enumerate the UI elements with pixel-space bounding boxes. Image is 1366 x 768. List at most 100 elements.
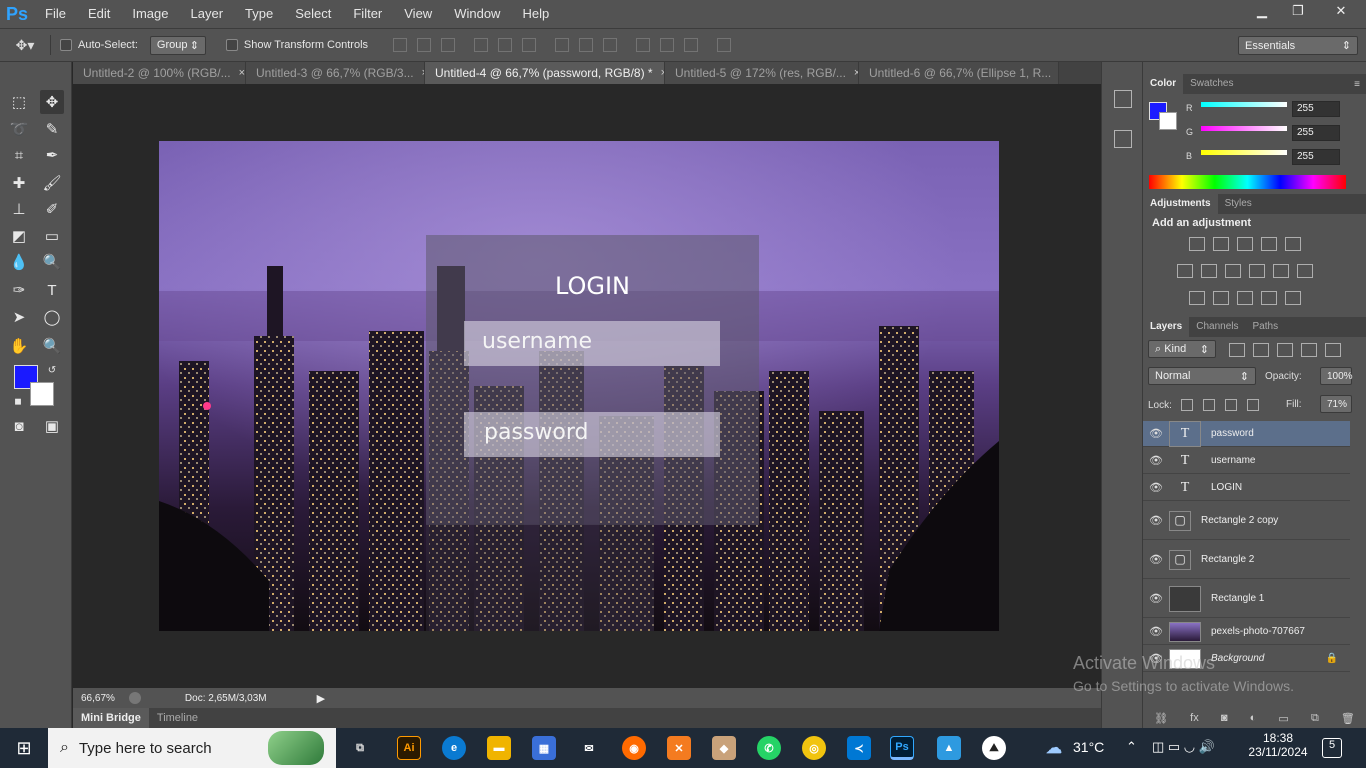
invert-icon[interactable] <box>1189 291 1205 305</box>
menu-select[interactable]: Select <box>284 0 342 28</box>
history-brush-tool-icon[interactable]: ✐ <box>40 197 64 221</box>
filter-smart-object-icon[interactable] <box>1325 343 1341 357</box>
menu-window[interactable]: Window <box>443 0 511 28</box>
zoom-level[interactable]: 66,67% <box>81 693 115 704</box>
color-balance-icon[interactable] <box>1201 264 1217 278</box>
photoshop-taskbar-icon[interactable]: Ps <box>890 736 914 760</box>
taskbar-search[interactable]: ⌕ Type here to search <box>48 728 336 768</box>
task-view-icon[interactable]: ⧉ <box>348 736 372 760</box>
add-mask-icon[interactable]: ◙ <box>1221 712 1228 724</box>
align-vcenter-icon[interactable] <box>417 38 432 52</box>
align-left-icon[interactable] <box>474 38 489 52</box>
threshold-icon[interactable] <box>1237 291 1253 305</box>
password-field[interactable]: password <box>464 412 720 457</box>
lock-all-icon[interactable] <box>1247 399 1259 411</box>
close-button[interactable]: ✕ <box>1316 0 1366 22</box>
tab-channels[interactable]: Channels <box>1189 317 1245 337</box>
link-layers-icon[interactable]: ⛓ <box>1154 712 1168 725</box>
vscode-icon[interactable]: ≺ <box>847 736 871 760</box>
history-panel-icon[interactable] <box>1114 90 1132 108</box>
vibrance-icon[interactable] <box>1285 237 1301 251</box>
tray-chevron-icon[interactable]: ⌃ <box>1126 739 1137 755</box>
clone-stamp-tool-icon[interactable]: ⊥ <box>7 197 31 221</box>
tab-layers[interactable]: Layers <box>1143 317 1190 337</box>
screen-mode-icon[interactable]: ▣ <box>40 414 64 438</box>
fill-field[interactable]: 71% <box>1320 395 1352 413</box>
opacity-field[interactable]: 100% <box>1320 367 1353 385</box>
layer-row-username[interactable]: 👁 T username <box>1143 448 1350 474</box>
blur-tool-icon[interactable]: 💧 <box>7 250 31 274</box>
align-top-icon[interactable] <box>393 38 408 52</box>
channel-mixer-icon[interactable] <box>1273 264 1289 278</box>
new-group-icon[interactable]: ▭ <box>1278 712 1288 725</box>
color-spectrum-bar[interactable] <box>1149 175 1346 189</box>
quick-select-tool-icon[interactable]: ✎ <box>40 117 64 141</box>
selective-color-icon[interactable] <box>1261 291 1277 305</box>
black-white-icon[interactable] <box>1225 264 1241 278</box>
move-tool-preset-icon[interactable]: ✥▾ <box>0 37 50 54</box>
ellipse-tool-icon[interactable]: ◯ <box>40 305 64 329</box>
lock-pixels-icon[interactable] <box>1203 399 1215 411</box>
menu-file[interactable]: File <box>34 0 77 28</box>
distribute-left-icon[interactable] <box>636 38 651 52</box>
xampp-icon[interactable]: ✕ <box>667 736 691 760</box>
tab-untitled-2[interactable]: Untitled-2 @ 100% (RGB/... × <box>73 62 246 84</box>
filter-shape-icon[interactable] <box>1301 343 1317 357</box>
menu-type[interactable]: Type <box>234 0 284 28</box>
new-layer-icon[interactable]: ⧉ <box>1311 712 1319 725</box>
color-lookup-icon[interactable] <box>1297 264 1313 278</box>
align-hcenter-icon[interactable] <box>498 38 513 52</box>
layer-row-login[interactable]: 👁 T LOGIN <box>1143 475 1350 501</box>
tab-swatches[interactable]: Swatches <box>1183 74 1240 94</box>
layer-row-pexels-photo[interactable]: 👁 pexels-photo-707667 <box>1143 619 1350 645</box>
default-colors-icon[interactable]: ◼ <box>6 389 30 413</box>
start-button[interactable]: ⊞ <box>0 728 48 768</box>
tab-untitled-3[interactable]: Untitled-3 @ 66,7% (RGB/3...× <box>246 62 425 84</box>
tab-close-icon[interactable]: × <box>239 67 245 79</box>
distribute-hcenter-icon[interactable] <box>660 38 675 52</box>
b-slider[interactable] <box>1201 150 1287 155</box>
filter-adjustment-icon[interactable] <box>1253 343 1269 357</box>
hue-saturation-icon[interactable] <box>1177 264 1193 278</box>
chrome-icon[interactable]: ◎ <box>802 736 826 760</box>
visibility-eye-icon[interactable]: 👁 <box>1143 454 1169 467</box>
eyedropper-tool-icon[interactable]: ✒ <box>40 143 64 167</box>
visibility-eye-icon[interactable]: 👁 <box>1143 514 1169 527</box>
tab-untitled-6[interactable]: Untitled-6 @ 66,7% (Ellipse 1, R...× <box>859 62 1059 84</box>
distribute-top-icon[interactable] <box>555 38 570 52</box>
posterize-icon[interactable] <box>1213 291 1229 305</box>
distribute-vcenter-icon[interactable] <box>579 38 594 52</box>
color-background-swatch[interactable] <box>1159 112 1177 130</box>
file-explorer-icon[interactable]: ▬ <box>487 736 511 760</box>
brightness-icon[interactable] <box>1189 237 1205 251</box>
weather-temp[interactable]: 31°C <box>1073 739 1104 755</box>
filter-type-icon[interactable] <box>1277 343 1293 357</box>
align-right-icon[interactable] <box>522 38 537 52</box>
quick-mask-icon[interactable]: ◙ <box>7 414 31 438</box>
path-selection-tool-icon[interactable]: ➤ <box>7 305 31 329</box>
edge-icon[interactable]: e <box>442 736 466 760</box>
visibility-eye-icon[interactable]: 👁 <box>1143 592 1169 605</box>
brush-tool-icon[interactable]: 🖌 <box>40 171 64 195</box>
move-tool-icon[interactable]: ✥ <box>40 90 64 114</box>
username-field[interactable]: username <box>464 321 720 366</box>
menu-edit[interactable]: Edit <box>77 0 121 28</box>
gradient-map-icon[interactable] <box>1285 291 1301 305</box>
r-value[interactable]: 255 <box>1292 101 1340 117</box>
pen-tool-icon[interactable]: ✑ <box>7 278 31 302</box>
document-canvas[interactable]: LOGIN username password <box>159 141 999 631</box>
properties-panel-icon[interactable] <box>1114 130 1132 148</box>
mail-icon[interactable]: ✉ <box>577 736 601 760</box>
marquee-tool-icon[interactable]: ⬚ <box>7 90 31 114</box>
status-arrow-icon[interactable]: ▶ <box>317 692 325 705</box>
curves-icon[interactable] <box>1237 237 1253 251</box>
notifications-badge[interactable]: 5 <box>1322 738 1342 758</box>
visibility-eye-icon[interactable]: 👁 <box>1143 481 1169 494</box>
tab-mini-bridge[interactable]: Mini Bridge <box>73 708 149 728</box>
eraser-tool-icon[interactable]: ◩ <box>7 224 31 248</box>
whatsapp-icon[interactable]: ✆ <box>757 736 781 760</box>
distribute-right-icon[interactable] <box>684 38 699 52</box>
app-mountain-icon[interactable]: ⛰ <box>982 736 1006 760</box>
background-color-swatch[interactable] <box>30 382 54 406</box>
tab-paths[interactable]: Paths <box>1246 317 1286 337</box>
